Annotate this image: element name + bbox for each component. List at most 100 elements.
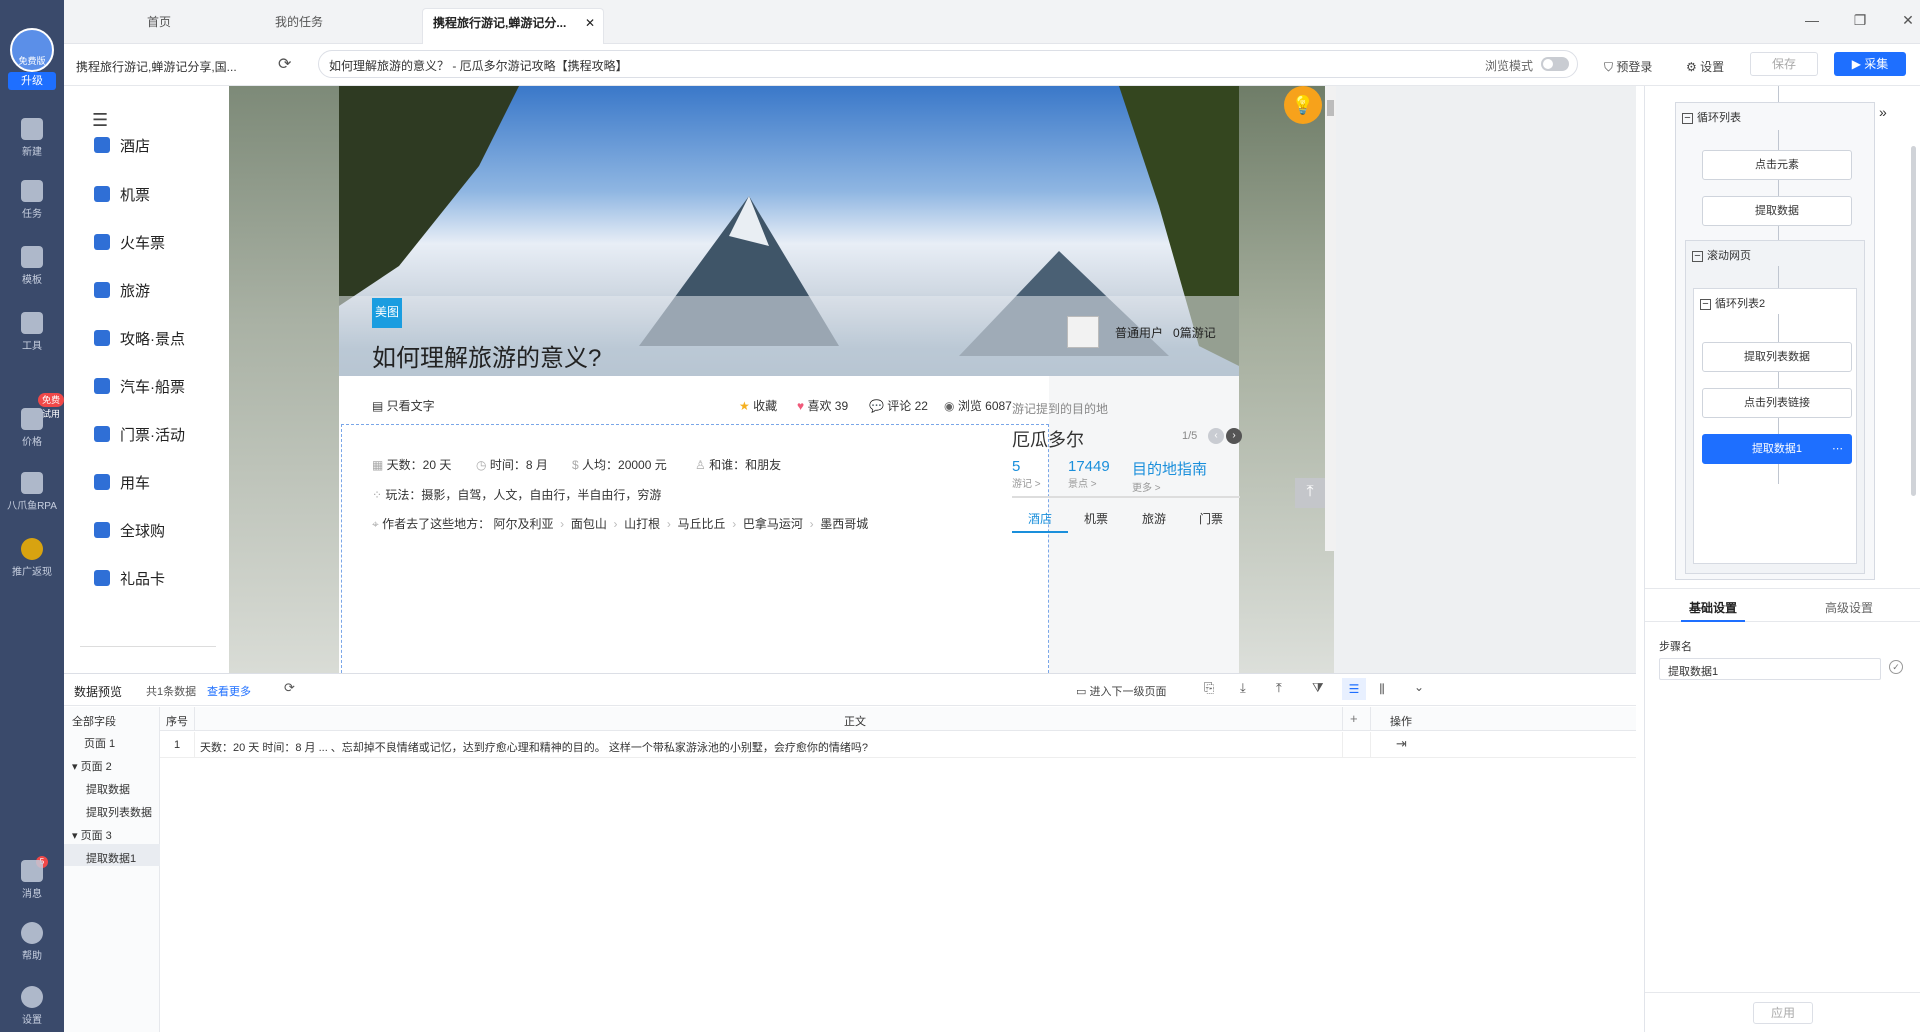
rail-messages[interactable]: 消息 [0,860,64,900]
flow-node-extract1[interactable]: 提取数据1 ⋯ [1702,434,1852,464]
text-only-toggle[interactable]: ▤ 只看文字 [372,397,435,414]
collapse-icon[interactable]: ⌄ [1414,680,1424,694]
nav-flight[interactable]: 机票 [94,185,150,207]
rail-settings[interactable]: 设置 [0,986,64,1026]
back-to-top-icon[interactable]: ⤒ [1295,478,1325,508]
download-icon[interactable]: ⤓ [1240,680,1246,696]
rail-tasks[interactable]: 任务 [0,180,64,220]
rail-tools[interactable]: 工具 [0,312,64,352]
minimize-icon[interactable]: — [1802,10,1822,30]
dest-tab-travel[interactable]: 旅游 [1142,510,1166,527]
place-link[interactable]: 巴拿马运河 [743,517,803,531]
tree-item-selected[interactable]: 提取数据1 [64,844,160,866]
place-link[interactable]: 山打根 [624,517,660,531]
column-view-icon[interactable]: ⫼ [1370,678,1394,700]
save-button[interactable]: 保存 [1750,52,1818,76]
flow-canvas: − 循环列表 » 点击元素 提取数据 − 滚动网页 − 循环列表2 提取列表数据 点击… [1645,86,1920,588]
next-level-button[interactable]: ▭ 进入下一级页面 [1076,683,1166,699]
collect-button[interactable]: ▶ 采集 [1834,52,1906,76]
trip-play: ⁘ 玩法：摄影，自驾，人文，自由行，半自由行，穷游 [372,488,662,502]
place-link[interactable]: 马丘比丘 [678,517,726,531]
dest-stat[interactable]: 目的地指南 更多 > [1132,458,1207,494]
next-icon[interactable]: › [1226,428,1242,444]
rail-new[interactable]: 新建 [0,118,64,158]
rail-rpa[interactable]: 八爪鱼RPA [0,472,64,512]
tree-item[interactable]: ▾ 页面 3 [72,827,112,843]
comment-button[interactable]: 💬 评论 22 [869,397,928,414]
more-icon[interactable]: ⋯ [1832,435,1843,463]
dest-tab-flight[interactable]: 机票 [1084,510,1108,527]
prev-icon[interactable]: ‹ [1208,428,1224,444]
rail-price[interactable]: 价格 [0,408,64,448]
tree-item[interactable]: 提取列表数据 [86,804,152,820]
tab-basic-settings[interactable]: 基础设置 [1689,599,1737,616]
restore-icon[interactable]: ❐ [1850,10,1870,30]
upload-icon[interactable]: ⤒ [1276,680,1282,696]
step-name-input[interactable]: 提取数据1 [1659,658,1881,680]
menu-icon[interactable]: ☰ [92,110,108,131]
flow-node-extract-list[interactable]: 提取列表数据 [1702,342,1852,372]
tree-item[interactable]: 全部字段 [72,713,116,729]
export-icon[interactable]: ⎘ [1204,680,1214,696]
fav-button[interactable]: ★ 收藏 [739,397,777,414]
tab-my-tasks[interactable]: 我的任务 [244,8,354,44]
nav-hotel[interactable]: 酒店 [94,136,150,158]
place-link[interactable]: 面包山 [571,517,607,531]
nav-giftcard[interactable]: 礼品卡 [94,569,165,591]
like-button[interactable]: ♥ 喜欢 39 [797,397,848,414]
lightbulb-icon[interactable]: 💡 [1284,86,1322,124]
close-icon[interactable]: ✕ [585,9,595,37]
confirm-icon[interactable]: ✓ [1889,660,1903,674]
settings-button[interactable]: ⚙ 设置 [1686,58,1724,75]
flow-node-click[interactable]: 点击元素 [1702,150,1852,180]
flow-loop2-group[interactable]: − 循环列表2 [1693,288,1857,564]
collapse-icon[interactable]: − [1700,299,1711,310]
collapse-icon[interactable]: − [1692,251,1703,262]
expand-panel-icon[interactable]: » [1879,104,1887,120]
table-row[interactable]: 1 天数：20 天 时间：8 月 ... 、忘却掉不良情绪或记忆，达到疗愈心理和… [160,732,1636,758]
nav-global[interactable]: 全球购 [94,521,165,543]
rail-help[interactable]: 帮助 [0,922,64,962]
hero-tag[interactable]: 美图 [372,298,402,328]
dest-stat[interactable]: 5 游记 > [1012,458,1041,490]
nav-guide[interactable]: 攻略·景点 [94,329,185,351]
tree-item[interactable]: 页面 1 [84,735,115,751]
refresh-icon[interactable]: ⟳ [278,54,291,74]
list-view-icon[interactable]: ☰ [1342,678,1366,700]
tree-item[interactable]: 提取数据 [86,781,130,797]
tab-home[interactable]: 首页 [104,8,214,44]
nav-tickets[interactable]: 门票·活动 [94,425,185,447]
add-column-button[interactable]: + [1350,711,1358,726]
preview-more-link[interactable]: 查看更多 [207,683,251,699]
user-avatar[interactable] [1067,316,1099,348]
place-link[interactable]: 阿尔及利亚 [493,517,553,531]
window-close-icon[interactable]: ✕ [1898,10,1918,30]
dest-tab-hotel[interactable]: 酒店 [1028,510,1052,527]
dest-tab-tickets[interactable]: 门票 [1199,510,1223,527]
flow-node-click-link[interactable]: 点击列表链接 [1702,388,1852,418]
flow-node-extract[interactable]: 提取数据 [1702,196,1852,226]
nav-car[interactable]: 用车 [94,473,150,495]
flow-scrollbar[interactable] [1911,146,1916,496]
browse-mode-toggle[interactable] [1541,57,1569,71]
apply-button[interactable]: 应用 [1753,1002,1813,1024]
collapse-icon[interactable]: − [1682,113,1693,124]
row-action-icon[interactable]: ⇥ [1396,736,1407,752]
tree-item[interactable]: ▾ 页面 2 [72,758,112,774]
dest-name[interactable]: 厄瓜多尔 [1012,426,1084,452]
rail-templates[interactable]: 模板 [0,246,64,286]
filter-icon[interactable]: ⧩ [1312,680,1324,696]
prelogin-button[interactable]: ⛉ 预登录 [1604,58,1652,75]
url-field[interactable]: 如何理解旅游的意义？ - 厄瓜多尔游记攻略【携程攻略】 浏览模式 [318,50,1578,78]
rail-referral[interactable]: 推广返现 [0,538,64,578]
nav-travel[interactable]: 旅游 [94,281,150,303]
tab-current[interactable]: 携程旅行游记,蝉游记分... ✕ [422,8,604,44]
nav-train[interactable]: 火车票 [94,233,165,255]
place-link[interactable]: 墨西哥城 [820,517,868,531]
refresh-icon[interactable]: ⟳ [284,680,295,696]
tab-advanced-settings[interactable]: 高级设置 [1825,599,1873,616]
upgrade-button[interactable]: 升级 [8,72,56,90]
page-scrollbar[interactable] [1325,86,1336,551]
dest-stat[interactable]: 17449 景点 > [1068,458,1110,490]
nav-bus[interactable]: 汽车·船票 [94,377,185,399]
